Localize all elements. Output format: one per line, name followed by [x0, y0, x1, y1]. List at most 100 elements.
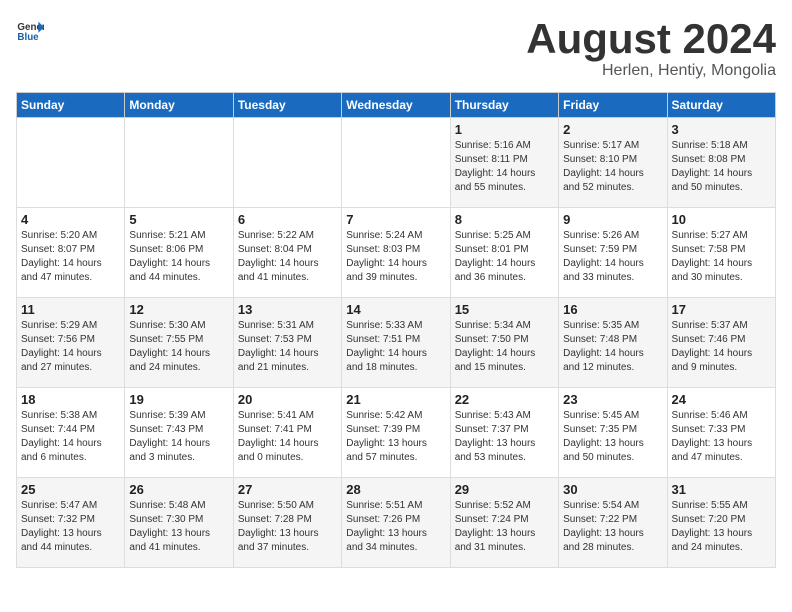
day-info: Sunrise: 5:27 AMSunset: 7:58 PMDaylight:…	[672, 229, 771, 285]
calendar-cell: 5Sunrise: 5:21 AMSunset: 8:06 PMDaylight…	[125, 208, 233, 298]
day-number: 1	[455, 122, 554, 137]
day-info: Sunrise: 5:47 AMSunset: 7:32 PMDaylight:…	[21, 499, 120, 555]
day-info: Sunrise: 5:22 AMSunset: 8:04 PMDaylight:…	[238, 229, 337, 285]
calendar-cell: 8Sunrise: 5:25 AMSunset: 8:01 PMDaylight…	[450, 208, 558, 298]
day-number: 18	[21, 392, 120, 407]
day-number: 2	[563, 122, 662, 137]
day-info: Sunrise: 5:20 AMSunset: 8:07 PMDaylight:…	[21, 229, 120, 285]
calendar-cell	[342, 118, 450, 208]
day-info: Sunrise: 5:35 AMSunset: 7:48 PMDaylight:…	[563, 319, 662, 375]
calendar-cell	[233, 118, 341, 208]
days-row: SundayMondayTuesdayWednesdayThursdayFrid…	[17, 93, 776, 118]
calendar-cell	[17, 118, 125, 208]
calendar-week-5: 25 Sunrise: 5:47 AMSunset: 7:32 PMDayligh…	[17, 478, 776, 568]
calendar-cell: 28Sunrise: 5:51 AMSunset: 7:26 PMDayligh…	[342, 478, 450, 568]
calendar-cell: 25 Sunrise: 5:47 AMSunset: 7:32 PMDayligh…	[17, 478, 125, 568]
calendar-cell: 30Sunrise: 5:54 AMSunset: 7:22 PMDayligh…	[559, 478, 667, 568]
logo: General Blue	[16, 16, 44, 44]
calendar-cell: 15 Sunrise: 5:34 AMSunset: 7:50 PMDayligh…	[450, 298, 558, 388]
calendar-cell: 26 Sunrise: 5:48 AMSunset: 7:30 PMDayligh…	[125, 478, 233, 568]
day-number: 16	[563, 302, 662, 317]
day-number: 12	[129, 302, 228, 317]
day-number: 15	[455, 302, 554, 317]
day-info: Sunrise: 5:50 AMSunset: 7:28 PMDaylight:…	[238, 499, 337, 555]
page-header: General Blue August 2024 Herlen, Hentiy,…	[16, 16, 776, 80]
calendar-cell: 19Sunrise: 5:39 AMSunset: 7:43 PMDayligh…	[125, 388, 233, 478]
day-info: Sunrise: 5:43 AMSunset: 7:37 PMDaylight:…	[455, 409, 554, 465]
logo-icon: General Blue	[16, 16, 44, 44]
calendar-title: August 2024	[526, 16, 776, 62]
calendar-cell: 10 Sunrise: 5:27 AMSunset: 7:58 PMDayligh…	[667, 208, 775, 298]
day-of-week-thursday: Thursday	[450, 93, 558, 118]
day-info: Sunrise: 5:46 AMSunset: 7:33 PMDaylight:…	[672, 409, 771, 465]
day-number: 3	[672, 122, 771, 137]
day-info: Sunrise: 5:41 AMSunset: 7:41 PMDaylight:…	[238, 409, 337, 465]
svg-text:Blue: Blue	[17, 32, 39, 43]
calendar-cell: 20 Sunrise: 5:41 AMSunset: 7:41 PMDayligh…	[233, 388, 341, 478]
day-number: 17	[672, 302, 771, 317]
day-of-week-wednesday: Wednesday	[342, 93, 450, 118]
day-number: 10	[672, 212, 771, 227]
day-info: Sunrise: 5:51 AMSunset: 7:26 PMDaylight:…	[346, 499, 445, 555]
calendar-cell: 7 Sunrise: 5:24 AMSunset: 8:03 PMDaylight…	[342, 208, 450, 298]
day-info: Sunrise: 5:38 AMSunset: 7:44 PMDaylight:…	[21, 409, 120, 465]
day-of-week-monday: Monday	[125, 93, 233, 118]
calendar-cell: 29Sunrise: 5:52 AMSunset: 7:24 PMDayligh…	[450, 478, 558, 568]
day-number: 22	[455, 392, 554, 407]
day-number: 25	[21, 482, 120, 497]
calendar-cell	[125, 118, 233, 208]
day-number: 5	[129, 212, 228, 227]
day-info: Sunrise: 5:45 AMSunset: 7:35 PMDaylight:…	[563, 409, 662, 465]
day-number: 7	[346, 212, 445, 227]
day-number: 23	[563, 392, 662, 407]
day-number: 30	[563, 482, 662, 497]
calendar-cell: 24 Sunrise: 5:46 AMSunset: 7:33 PMDayligh…	[667, 388, 775, 478]
calendar-cell: 18 Sunrise: 5:38 AMSunset: 7:44 PMDayligh…	[17, 388, 125, 478]
day-number: 26	[129, 482, 228, 497]
calendar-cell: 16 Sunrise: 5:35 AMSunset: 7:48 PMDayligh…	[559, 298, 667, 388]
day-info: Sunrise: 5:24 AMSunset: 8:03 PMDaylight:…	[346, 229, 445, 285]
calendar-cell: 17 Sunrise: 5:37 AMSunset: 7:46 PMDayligh…	[667, 298, 775, 388]
day-info: Sunrise: 5:26 AMSunset: 7:59 PMDaylight:…	[563, 229, 662, 285]
calendar-cell: 1 Sunrise: 5:16 AMSunset: 8:11 PMDaylight…	[450, 118, 558, 208]
day-number: 21	[346, 392, 445, 407]
day-number: 8	[455, 212, 554, 227]
calendar-week-4: 18 Sunrise: 5:38 AMSunset: 7:44 PMDayligh…	[17, 388, 776, 478]
calendar-subtitle: Herlen, Hentiy, Mongolia	[526, 62, 776, 80]
day-info: Sunrise: 5:31 AMSunset: 7:53 PMDaylight:…	[238, 319, 337, 375]
day-number: 31	[672, 482, 771, 497]
day-info: Sunrise: 5:29 AMSunset: 7:56 PMDaylight:…	[21, 319, 120, 375]
day-info: Sunrise: 5:33 AMSunset: 7:51 PMDaylight:…	[346, 319, 445, 375]
calendar-cell: 6 Sunrise: 5:22 AMSunset: 8:04 PMDaylight…	[233, 208, 341, 298]
calendar-cell: 21 Sunrise: 5:42 AMSunset: 7:39 PMDayligh…	[342, 388, 450, 478]
calendar-cell: 13 Sunrise: 5:31 AMSunset: 7:53 PMDayligh…	[233, 298, 341, 388]
calendar-cell: 3 Sunrise: 5:18 AMSunset: 8:08 PMDaylight…	[667, 118, 775, 208]
day-info: Sunrise: 5:34 AMSunset: 7:50 PMDaylight:…	[455, 319, 554, 375]
day-number: 29	[455, 482, 554, 497]
calendar-cell: 31 Sunrise: 5:55 AMSunset: 7:20 PMDayligh…	[667, 478, 775, 568]
day-info: Sunrise: 5:30 AMSunset: 7:55 PMDaylight:…	[129, 319, 228, 375]
day-number: 19	[129, 392, 228, 407]
calendar-cell: 23 Sunrise: 5:45 AMSunset: 7:35 PMDayligh…	[559, 388, 667, 478]
day-number: 14	[346, 302, 445, 317]
day-info: Sunrise: 5:48 AMSunset: 7:30 PMDaylight:…	[129, 499, 228, 555]
calendar-week-3: 11Sunrise: 5:29 AMSunset: 7:56 PMDayligh…	[17, 298, 776, 388]
day-info: Sunrise: 5:55 AMSunset: 7:20 PMDaylight:…	[672, 499, 771, 555]
calendar-table: SundayMondayTuesdayWednesdayThursdayFrid…	[16, 92, 776, 568]
calendar-cell: 11Sunrise: 5:29 AMSunset: 7:56 PMDayligh…	[17, 298, 125, 388]
day-info: Sunrise: 5:17 AMSunset: 8:10 PMDaylight:…	[563, 139, 662, 195]
day-info: Sunrise: 5:42 AMSunset: 7:39 PMDaylight:…	[346, 409, 445, 465]
day-of-week-saturday: Saturday	[667, 93, 775, 118]
day-info: Sunrise: 5:18 AMSunset: 8:08 PMDaylight:…	[672, 139, 771, 195]
day-number: 6	[238, 212, 337, 227]
calendar-week-1: 1 Sunrise: 5:16 AMSunset: 8:11 PMDaylight…	[17, 118, 776, 208]
calendar-cell: 4Sunrise: 5:20 AMSunset: 8:07 PMDaylight…	[17, 208, 125, 298]
day-number: 24	[672, 392, 771, 407]
calendar-body: 1 Sunrise: 5:16 AMSunset: 8:11 PMDaylight…	[17, 118, 776, 568]
calendar-cell: 2 Sunrise: 5:17 AMSunset: 8:10 PMDaylight…	[559, 118, 667, 208]
day-info: Sunrise: 5:16 AMSunset: 8:11 PMDaylight:…	[455, 139, 554, 195]
day-number: 13	[238, 302, 337, 317]
day-number: 20	[238, 392, 337, 407]
day-info: Sunrise: 5:37 AMSunset: 7:46 PMDaylight:…	[672, 319, 771, 375]
calendar-cell: 27Sunrise: 5:50 AMSunset: 7:28 PMDayligh…	[233, 478, 341, 568]
